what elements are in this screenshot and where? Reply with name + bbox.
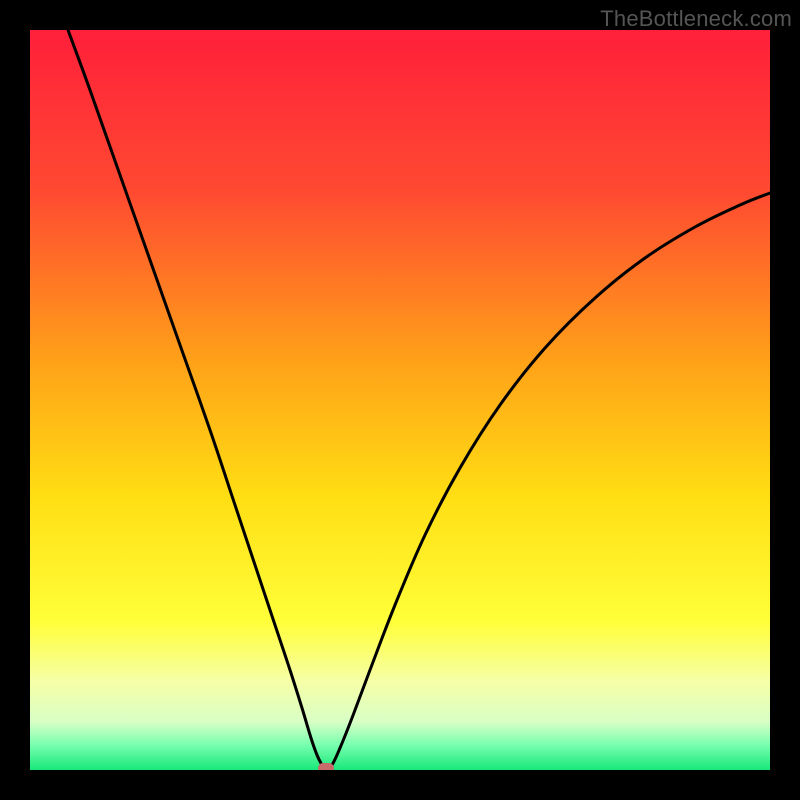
- bottleneck-curve: [30, 30, 770, 770]
- optimal-point-marker: [318, 763, 334, 770]
- watermark-text: TheBottleneck.com: [600, 6, 792, 32]
- plot-area: [30, 30, 770, 770]
- chart-frame: TheBottleneck.com: [0, 0, 800, 800]
